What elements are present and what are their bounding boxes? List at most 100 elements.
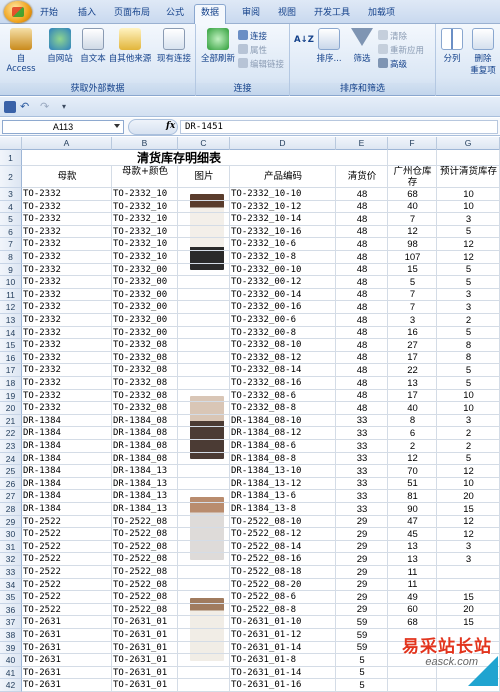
data-cell[interactable]: 48 [336, 352, 388, 364]
data-cell[interactable]: TO-2522 [22, 579, 112, 591]
data-cell[interactable]: TO-2332_10 [112, 201, 178, 213]
data-cell[interactable]: 22 [388, 364, 437, 377]
data-cell[interactable]: 29 [336, 541, 388, 553]
data-cell[interactable]: TO-2522_08-16 [230, 553, 336, 566]
data-cell[interactable] [437, 579, 500, 591]
data-cell[interactable]: TO-2332_00 [112, 264, 178, 276]
data-cell[interactable]: 15 [437, 591, 500, 604]
row-header[interactable]: 41 [0, 667, 22, 679]
data-cell[interactable]: TO-2332 [22, 352, 112, 364]
from-other-sources-button[interactable]: 自其他来源 [108, 28, 152, 64]
data-cell[interactable]: 33 [336, 478, 388, 490]
data-cell[interactable]: 3 [437, 541, 500, 553]
data-cell[interactable]: TO-2522 [22, 591, 112, 604]
data-cell[interactable]: TO-2631_01-10 [230, 616, 336, 629]
column-title-cell[interactable]: 图片 [178, 166, 230, 188]
data-cell[interactable]: 7 [388, 301, 437, 314]
data-cell[interactable]: TO-2631_01-16 [230, 679, 336, 692]
data-cell[interactable]: 33 [336, 427, 388, 440]
filter-button[interactable]: 筛选 [348, 28, 376, 64]
data-cell[interactable]: TO-2332 [22, 364, 112, 377]
data-cell[interactable]: 33 [336, 453, 388, 465]
image-cell[interactable] [178, 264, 230, 276]
image-cell[interactable] [178, 516, 230, 528]
data-cell[interactable]: TO-2332 [22, 402, 112, 415]
empty-cell[interactable] [388, 150, 437, 166]
data-cell[interactable]: 13 [388, 553, 437, 566]
data-cell[interactable]: TO-2332_08 [112, 377, 178, 390]
empty-cell[interactable] [437, 150, 500, 166]
data-cell[interactable]: TO-2332_08-16 [230, 377, 336, 390]
row-header[interactable]: 14 [0, 327, 22, 339]
data-cell[interactable]: 48 [336, 251, 388, 264]
data-cell[interactable]: 10 [437, 402, 500, 415]
data-cell[interactable]: 10 [437, 188, 500, 201]
empty-cell[interactable] [336, 150, 388, 166]
data-cell[interactable]: TO-2522 [22, 528, 112, 541]
text-to-columns-button[interactable]: 分列 [438, 28, 466, 64]
data-cell[interactable]: TO-2332_08 [112, 352, 178, 364]
data-cell[interactable]: TO-2631 [22, 616, 112, 629]
row-header[interactable]: 15 [0, 339, 22, 352]
image-cell[interactable] [178, 440, 230, 453]
data-cell[interactable]: TO-2332_00 [112, 276, 178, 289]
data-cell[interactable]: 70 [388, 465, 437, 478]
data-cell[interactable]: TO-2332_08-14 [230, 364, 336, 377]
data-cell[interactable]: 29 [336, 579, 388, 591]
data-cell[interactable]: DR-1384 [22, 427, 112, 440]
data-cell[interactable]: TO-2332 [22, 226, 112, 238]
row-header[interactable]: 35 [0, 591, 22, 604]
ribbon-tab[interactable]: 数据 [194, 4, 227, 24]
row-header[interactable]: 13 [0, 314, 22, 327]
row-header[interactable]: 17 [0, 364, 22, 377]
column-title-cell[interactable]: 产品编码 [230, 166, 336, 188]
image-cell[interactable] [178, 667, 230, 679]
data-cell[interactable]: 47 [388, 516, 437, 528]
column-header[interactable]: F [388, 137, 437, 150]
data-cell[interactable]: 6 [388, 427, 437, 440]
data-cell[interactable]: DR-1384_08-10 [230, 415, 336, 427]
data-cell[interactable]: 98 [388, 238, 437, 251]
image-cell[interactable] [178, 238, 230, 251]
row-header[interactable]: 42 [0, 679, 22, 692]
ribbon-tab[interactable]: 插入 [72, 5, 102, 23]
data-cell[interactable]: 29 [336, 553, 388, 566]
data-cell[interactable]: TO-2522 [22, 604, 112, 616]
column-header[interactable]: C [178, 137, 230, 150]
data-cell[interactable]: 3 [388, 314, 437, 327]
data-cell[interactable]: DR-1384_08 [112, 453, 178, 465]
column-title-cell[interactable]: 清货价 [336, 166, 388, 188]
image-cell[interactable] [178, 642, 230, 654]
data-cell[interactable]: 3 [437, 553, 500, 566]
data-cell[interactable]: 3 [437, 289, 500, 301]
data-cell[interactable]: TO-2332_10-10 [230, 188, 336, 201]
row-header[interactable]: 37 [0, 616, 22, 629]
data-cell[interactable]: 20 [437, 604, 500, 616]
data-cell[interactable]: TO-2332_08 [112, 339, 178, 352]
data-cell[interactable]: 11 [388, 579, 437, 591]
data-cell[interactable]: 48 [336, 213, 388, 226]
data-cell[interactable]: TO-2631_01 [112, 616, 178, 629]
data-cell[interactable]: 48 [336, 289, 388, 301]
data-cell[interactable]: 5 [437, 377, 500, 390]
row-header[interactable]: 18 [0, 377, 22, 390]
data-cell[interactable]: 17 [388, 390, 437, 402]
data-cell[interactable] [437, 566, 500, 579]
data-cell[interactable]: DR-1384_08 [112, 415, 178, 427]
data-cell[interactable]: TO-2332 [22, 251, 112, 264]
data-cell[interactable]: 90 [388, 503, 437, 516]
data-cell[interactable]: TO-2631_01-14 [230, 667, 336, 679]
data-cell[interactable]: TO-2332_10 [112, 213, 178, 226]
data-cell[interactable]: DR-1384_08 [112, 427, 178, 440]
data-cell[interactable]: TO-2332_00 [112, 327, 178, 339]
column-header[interactable]: E [336, 137, 388, 150]
data-cell[interactable]: TO-2522_08-8 [230, 604, 336, 616]
data-cell[interactable]: TO-2332 [22, 201, 112, 213]
column-header[interactable]: G [437, 137, 500, 150]
edit-links-button[interactable]: 编辑链接 [238, 58, 284, 70]
office-button-icon[interactable] [4, 1, 32, 23]
image-cell[interactable] [178, 478, 230, 490]
data-cell[interactable]: 12 [388, 453, 437, 465]
data-cell[interactable]: 12 [437, 251, 500, 264]
data-cell[interactable]: TO-2522_08-6 [230, 591, 336, 604]
